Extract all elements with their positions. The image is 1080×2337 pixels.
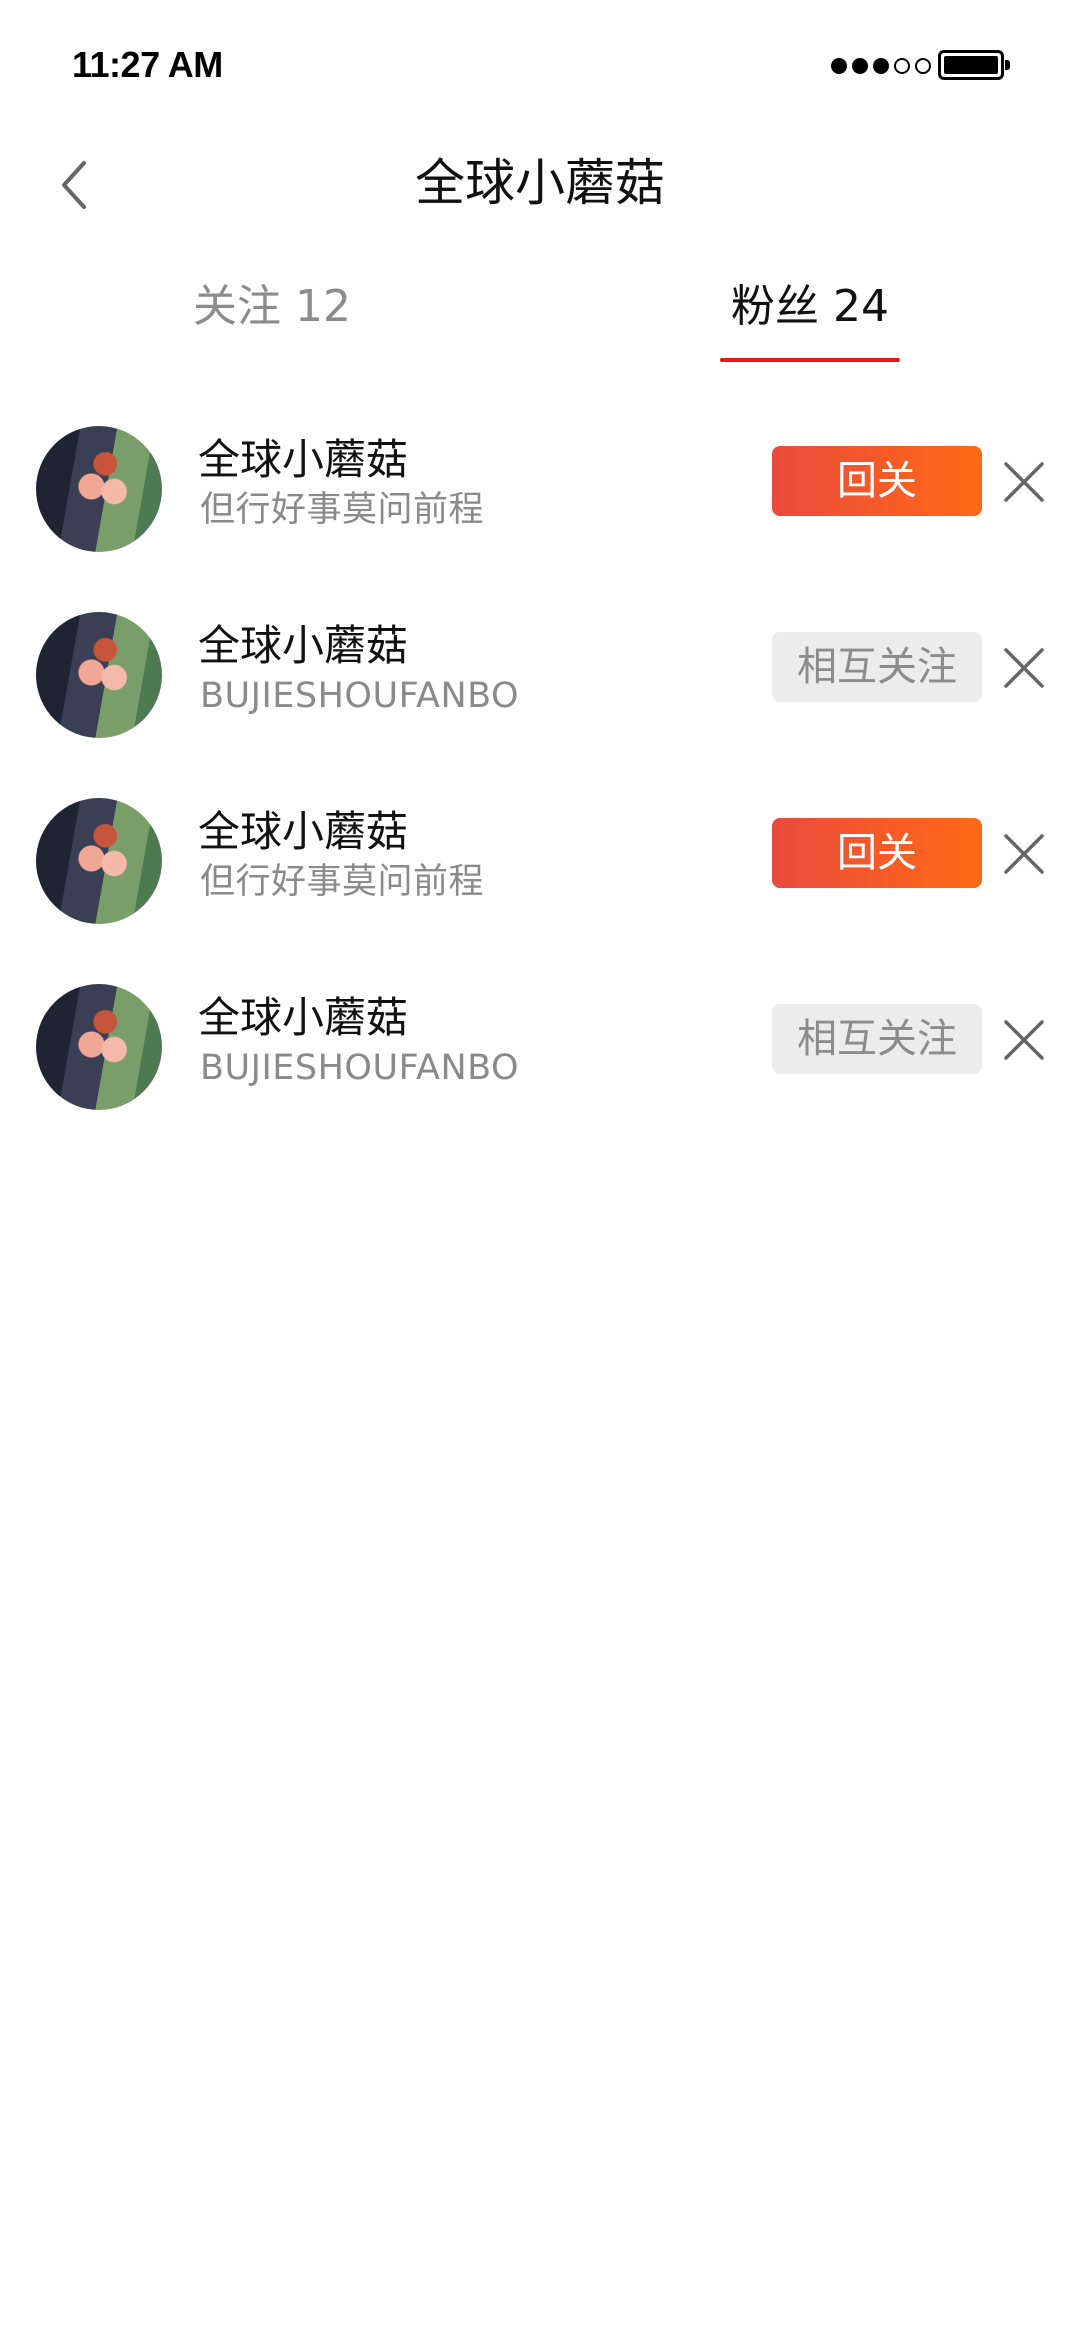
fans-page: 11:27 AM 全球小蘑菇 关注 12 粉丝 24 全球小蘑菇 但行好事莫问前… — [0, 0, 1080, 2337]
list-item[interactable]: 全球小蘑菇 BUJIESHOUFANBO 相互关注 — [0, 606, 1080, 792]
tab-fans[interactable]: 粉丝 24 — [660, 275, 960, 339]
user-signature: 但行好事莫问前程 — [200, 490, 485, 530]
signal-icon — [831, 58, 931, 74]
avatar[interactable] — [36, 426, 162, 552]
signal-dot — [852, 58, 868, 74]
signal-dot — [915, 58, 931, 74]
user-name: 全球小蘑菇 — [198, 993, 409, 1042]
battery-icon — [938, 50, 1004, 80]
user-name: 全球小蘑菇 — [198, 621, 409, 670]
list-item[interactable]: 全球小蘑菇 但行好事莫问前程 回关 — [0, 792, 1080, 978]
user-name: 全球小蘑菇 — [198, 807, 409, 856]
battery-cap — [1005, 60, 1010, 70]
mutual-follow-button[interactable]: 相互关注 — [772, 632, 982, 702]
tab-following[interactable]: 关注 12 — [122, 275, 422, 339]
close-icon[interactable] — [1002, 460, 1046, 504]
avatar[interactable] — [36, 984, 162, 1110]
battery-level — [944, 56, 998, 74]
avatar[interactable] — [36, 612, 162, 738]
close-icon[interactable] — [1002, 832, 1046, 876]
follow-back-button[interactable]: 回关 — [772, 818, 982, 888]
mutual-follow-button[interactable]: 相互关注 — [772, 1004, 982, 1074]
user-signature: 但行好事莫问前程 — [200, 862, 485, 902]
user-signature: BUJIESHOUFANBO — [200, 676, 520, 716]
fans-list: 全球小蘑菇 但行好事莫问前程 回关 全球小蘑菇 BUJIESHOUFANBO 相… — [0, 420, 1080, 1164]
list-item[interactable]: 全球小蘑菇 BUJIESHOUFANBO 相互关注 — [0, 978, 1080, 1164]
follow-back-button[interactable]: 回关 — [772, 446, 982, 516]
close-icon[interactable] — [1002, 646, 1046, 690]
user-signature: BUJIESHOUFANBO — [200, 1048, 520, 1088]
avatar[interactable] — [36, 798, 162, 924]
active-tab-indicator — [720, 358, 900, 362]
user-name: 全球小蘑菇 — [198, 435, 409, 484]
signal-dot — [873, 58, 889, 74]
status-time: 11:27 AM — [72, 44, 223, 85]
list-item[interactable]: 全球小蘑菇 但行好事莫问前程 回关 — [0, 420, 1080, 606]
status-bar: 11:27 AM — [0, 0, 1080, 120]
close-icon[interactable] — [1002, 1018, 1046, 1062]
signal-dot — [894, 58, 910, 74]
signal-dot — [831, 58, 847, 74]
page-title: 全球小蘑菇 — [415, 154, 665, 212]
